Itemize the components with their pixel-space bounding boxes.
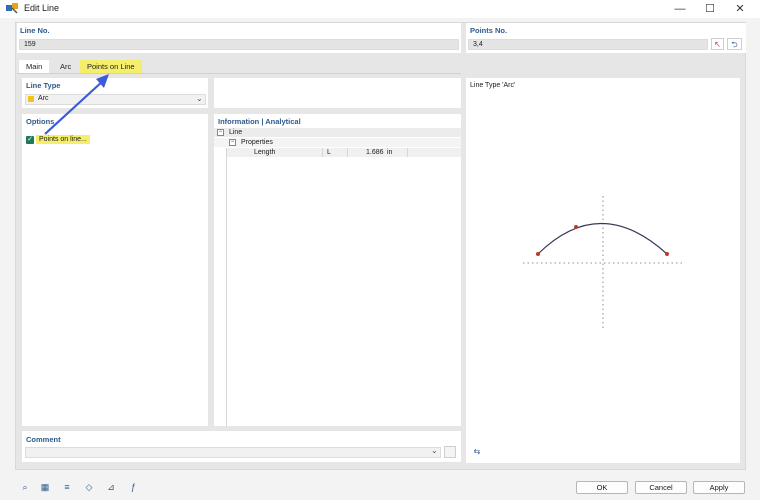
function-icon[interactable]: ƒ <box>126 480 140 494</box>
view-icon[interactable]: ◇ <box>82 480 96 494</box>
cancel-button[interactable]: Cancel <box>635 481 687 494</box>
formula-icon[interactable]: ≡ <box>60 480 74 494</box>
ok-button[interactable]: OK <box>576 481 628 494</box>
search-icon[interactable]: ⌕ <box>18 480 32 494</box>
number-icon[interactable]: ▦ <box>38 480 52 494</box>
annotation-arrow <box>44 74 109 135</box>
apply-button[interactable]: Apply <box>693 481 745 494</box>
info-icon[interactable]: ⊿ <box>104 480 118 494</box>
arrow-shaft <box>44 79 105 135</box>
